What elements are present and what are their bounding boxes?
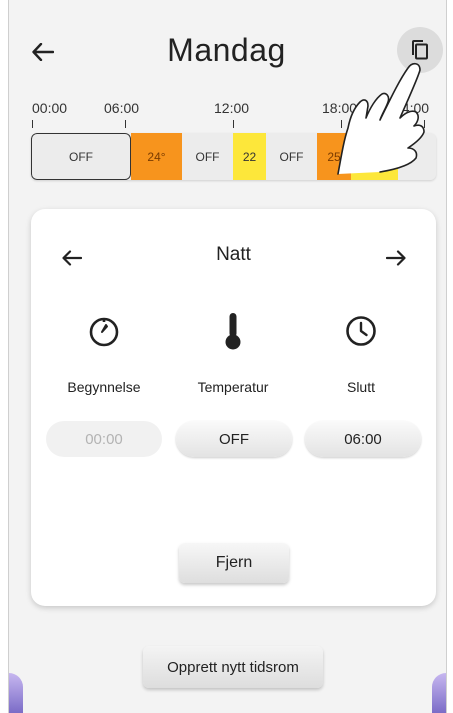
end-time-field[interactable]: 06:00: [305, 421, 421, 457]
temperature-column: Temperatur: [168, 309, 298, 395]
next-period-button[interactable]: [381, 243, 411, 273]
tick-label: 06:00: [104, 100, 140, 116]
arrow-right-icon: [386, 250, 406, 266]
timeline-track[interactable]: OFF 24° OFF 22 OFF 25 22: [31, 133, 436, 180]
arrow-left-icon: [32, 43, 54, 61]
tick-mark: [125, 120, 126, 128]
start-label: Begynnelse: [67, 379, 141, 395]
corner-accent-right: [432, 673, 446, 713]
timeline-segment[interactable]: 25: [317, 133, 351, 180]
period-card: Natt Begynnelse Temperatur Slutt 00:00 O…: [31, 209, 436, 606]
timeline-axis: 00:00 06:00 12:00 18:00 24:00: [32, 100, 436, 130]
tick-label: 24:00: [394, 100, 430, 116]
tick-mark: [32, 120, 33, 128]
back-button[interactable]: [25, 35, 61, 69]
timeline-segment[interactable]: 22: [351, 133, 398, 180]
period-name: Natt: [216, 244, 251, 265]
timeline-segment[interactable]: OFF: [31, 133, 131, 180]
start-column: Begynnelse: [39, 309, 169, 395]
tick-mark: [233, 120, 234, 128]
create-period-button[interactable]: Opprett nytt tidsrom: [143, 646, 323, 688]
timeline-segment[interactable]: 24°: [131, 133, 182, 180]
tick-mark: [424, 120, 425, 128]
remove-button[interactable]: Fjern: [179, 543, 289, 583]
end-column: Slutt: [296, 309, 426, 395]
temperature-label: Temperatur: [197, 379, 269, 395]
copy-button[interactable]: [397, 27, 443, 73]
clock-icon: [346, 316, 376, 346]
thermometer-icon: [225, 313, 241, 350]
end-label: Slutt: [346, 379, 375, 395]
corner-accent-left: [9, 673, 23, 713]
timeline-segment[interactable]: 22: [233, 133, 266, 180]
page-title: Mandag: [167, 32, 286, 68]
timer-icon: [89, 317, 119, 347]
start-time-field: 00:00: [46, 421, 162, 457]
tick-label: 00:00: [32, 100, 68, 116]
copy-icon: [412, 40, 428, 60]
timeline-segment[interactable]: OFF: [182, 133, 233, 180]
tick-label: 18:00: [322, 100, 358, 116]
timeline-segment[interactable]: OFF: [266, 133, 317, 180]
temperature-field[interactable]: OFF: [176, 421, 292, 457]
tick-mark: [341, 120, 342, 128]
tick-label: 12:00: [214, 100, 250, 116]
timeline-segment[interactable]: [398, 133, 436, 180]
